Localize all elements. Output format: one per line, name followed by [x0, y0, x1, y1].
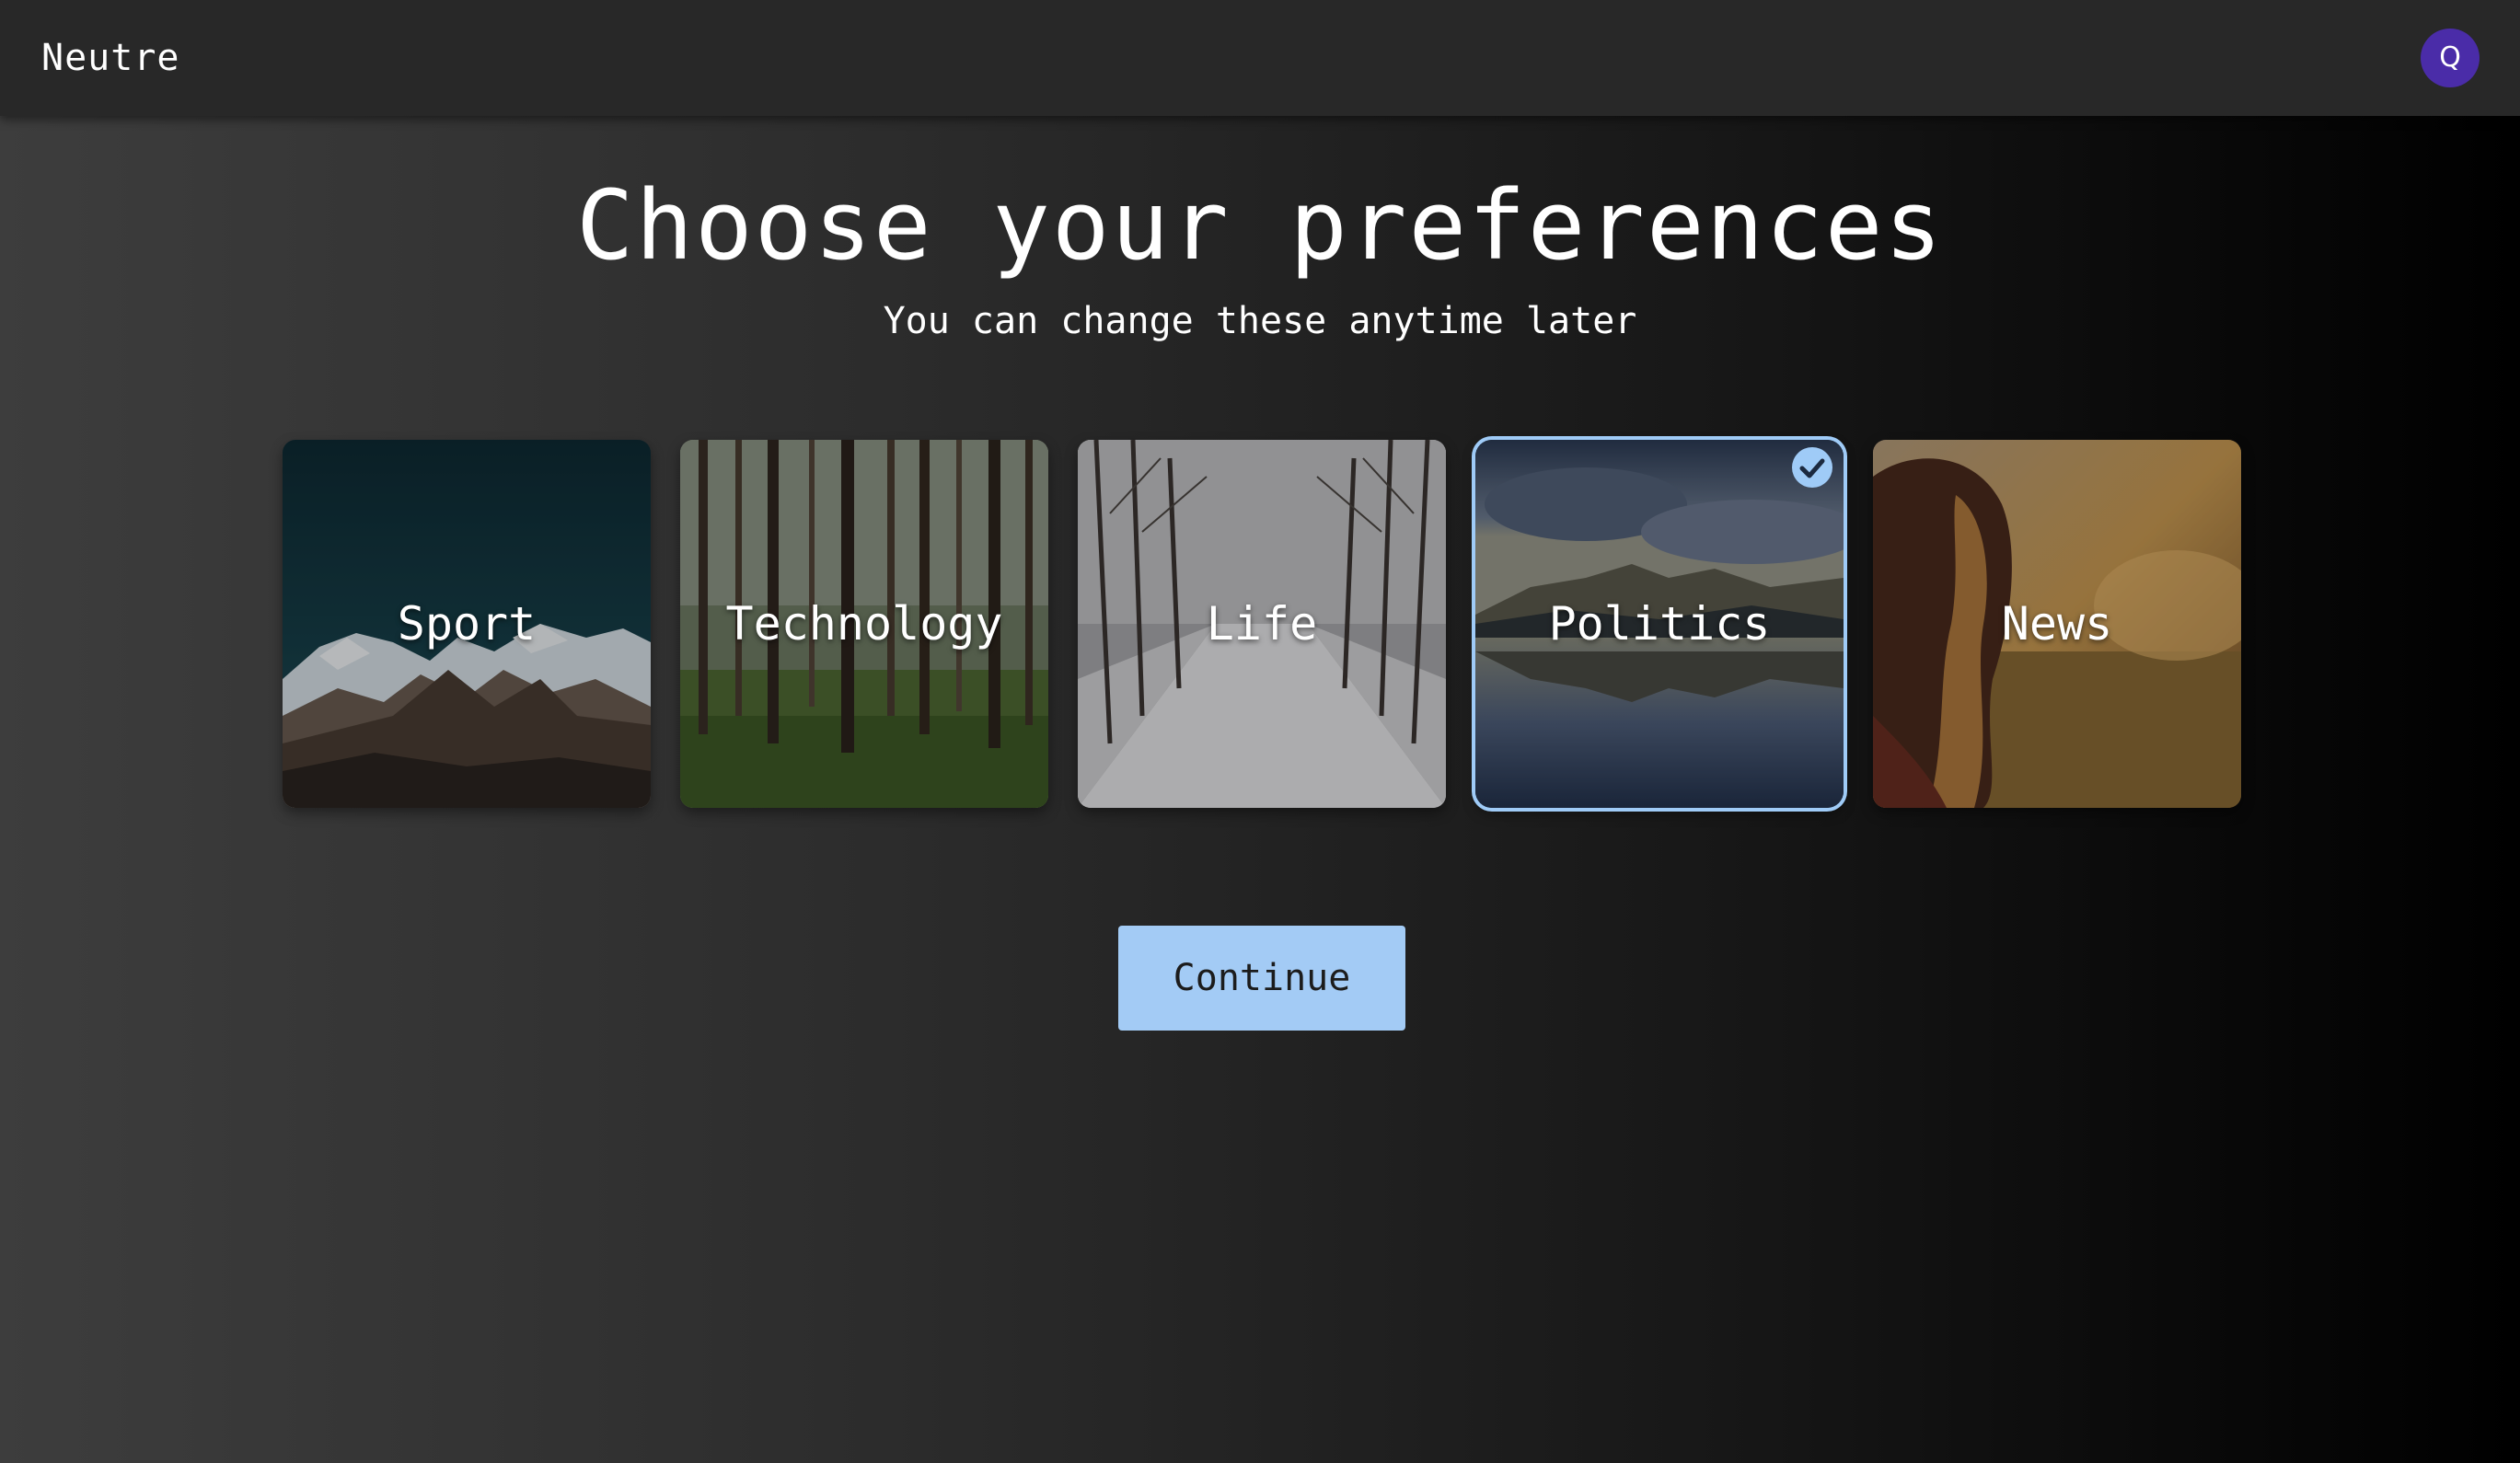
- category-card-grid: Sport Technology Life Politics News: [283, 440, 2243, 808]
- category-card-life[interactable]: Life: [1078, 440, 1446, 808]
- brand-logo-text[interactable]: Neutre: [41, 35, 180, 81]
- category-card-label: Technology: [725, 597, 1003, 651]
- category-card-label: Life: [1206, 597, 1318, 651]
- continue-button[interactable]: Continue: [1118, 926, 1405, 1031]
- page-title: Choose your preferences: [575, 169, 1945, 282]
- category-card-label: News: [2001, 597, 2113, 651]
- category-card-politics[interactable]: Politics: [1475, 440, 1844, 808]
- category-card-label: Sport: [397, 597, 537, 651]
- category-card-news[interactable]: News: [1873, 440, 2241, 808]
- category-card-label: Politics: [1548, 597, 1771, 651]
- page-subtitle: You can change these anytime later: [883, 300, 1637, 342]
- user-avatar[interactable]: Q: [2421, 29, 2480, 87]
- category-card-technology[interactable]: Technology: [680, 440, 1048, 808]
- check-circle-icon: [1792, 447, 1832, 488]
- top-bar: Neutre Q: [0, 0, 2520, 116]
- category-card-sport[interactable]: Sport: [283, 440, 651, 808]
